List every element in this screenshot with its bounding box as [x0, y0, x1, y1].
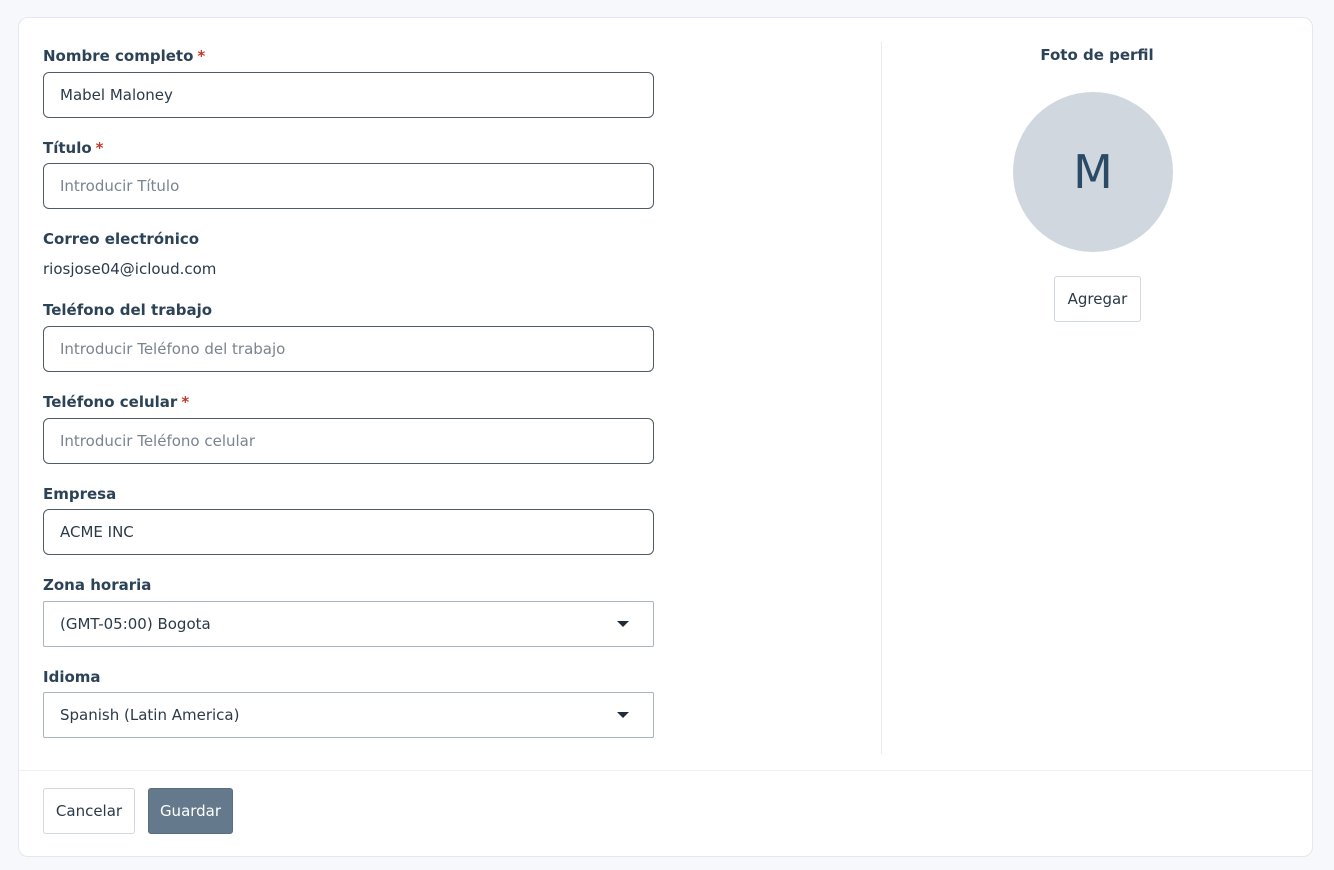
company-label-text: Empresa	[43, 485, 117, 503]
column-divider	[881, 42, 882, 754]
language-select[interactable]: Spanish (Latin America)	[43, 692, 654, 738]
timezone-selected-value: (GMT-05:00) Bogota	[60, 615, 211, 633]
required-mark: *	[181, 393, 190, 411]
add-photo-button[interactable]: Agregar	[1054, 276, 1141, 322]
full-name-input[interactable]	[43, 72, 654, 118]
chevron-down-icon	[617, 621, 629, 627]
title-label-text: Título	[43, 139, 92, 157]
work-phone-label: Teléfono del trabajo	[43, 300, 212, 320]
email-value: riosjose04@icloud.com	[43, 260, 217, 278]
timezone-select[interactable]: (GMT-05:00) Bogota	[43, 601, 654, 647]
avatar: M	[1013, 92, 1173, 252]
company-input[interactable]	[43, 509, 654, 555]
email-label: Correo electrónico	[43, 229, 199, 249]
required-mark: *	[197, 47, 206, 65]
required-mark: *	[95, 139, 104, 157]
work-phone-input[interactable]	[43, 326, 654, 372]
profile-edit-card: Nombre completo* Título* Correo electrón…	[18, 17, 1313, 857]
timezone-label: Zona horaria	[43, 575, 151, 595]
profile-photo-title: Foto de perfil	[1040, 46, 1154, 64]
full-name-label: Nombre completo *	[43, 46, 205, 66]
save-button[interactable]: Guardar	[148, 788, 233, 834]
language-selected-value: Spanish (Latin America)	[60, 706, 240, 724]
chevron-down-icon	[617, 712, 629, 718]
footer-divider	[19, 770, 1312, 771]
mobile-phone-label-text: Teléfono celular	[43, 393, 178, 411]
mobile-phone-input[interactable]	[43, 418, 654, 464]
work-phone-label-text: Teléfono del trabajo	[43, 301, 213, 319]
title-label: Título *	[43, 138, 104, 158]
timezone-label-text: Zona horaria	[43, 576, 152, 594]
cancel-button[interactable]: Cancelar	[43, 788, 135, 834]
title-input[interactable]	[43, 163, 654, 209]
language-label: Idioma	[43, 667, 101, 687]
mobile-phone-label: Teléfono celular *	[43, 392, 189, 412]
email-label-text: Correo electrónico	[43, 230, 200, 248]
language-label-text: Idioma	[43, 668, 101, 686]
full-name-label-text: Nombre completo	[43, 47, 194, 65]
company-label: Empresa	[43, 484, 116, 504]
